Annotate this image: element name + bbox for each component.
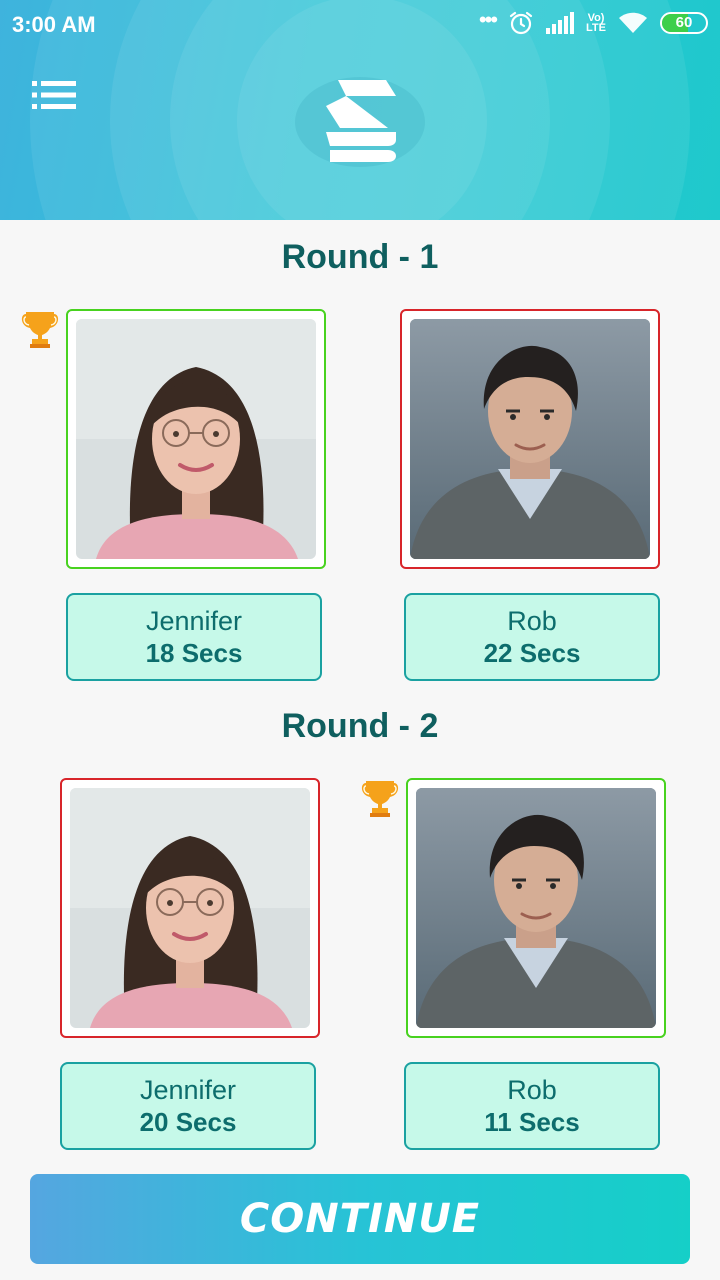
continue-button[interactable]: CONTINUE	[30, 1174, 690, 1264]
player-time: 18 Secs	[145, 638, 243, 668]
battery-percent: 60	[675, 14, 693, 31]
player-name: Rob	[507, 1075, 557, 1105]
player-result-card: Rob 22 Secs	[404, 593, 660, 681]
player-result-card: Rob 11 Secs	[404, 1062, 660, 1150]
battery-indicator: 60	[660, 12, 708, 34]
round-title: Round - 1	[281, 238, 439, 276]
signal-icon	[546, 12, 575, 34]
rob-photo	[410, 319, 650, 559]
player-time: 20 Secs	[139, 1107, 237, 1137]
volte-icon: Vo) LTE	[586, 12, 606, 34]
round-title: Round - 2	[281, 707, 439, 745]
rob-photo	[416, 788, 656, 1028]
player-photo-rob[interactable]	[406, 778, 666, 1038]
app-header: 3:00 AM ••• Vo) LTE 60	[0, 0, 720, 220]
status-bar: 3:00 AM ••• Vo) LTE 60	[0, 0, 720, 50]
player-time: 11 Secs	[484, 1107, 580, 1137]
player-photo-jennifer[interactable]	[66, 309, 326, 569]
jennifer-photo	[76, 319, 316, 559]
app-logo-icon	[326, 80, 396, 162]
player-name: Rob	[507, 606, 557, 636]
player-result-card: Jennifer 18 Secs	[66, 593, 322, 681]
status-time: 3:00 AM	[12, 12, 96, 37]
menu-button[interactable]	[30, 78, 82, 118]
list-icon	[32, 81, 76, 109]
player-name: Jennifer	[139, 1075, 237, 1105]
player-result-card: Jennifer 20 Secs	[60, 1062, 316, 1150]
player-photo-jennifer[interactable]	[60, 778, 320, 1038]
alarm-icon	[509, 11, 533, 35]
trophy-icon	[18, 306, 62, 350]
wifi-icon	[619, 12, 647, 33]
jennifer-photo	[70, 788, 310, 1028]
player-time: 22 Secs	[483, 638, 581, 668]
trophy-icon	[358, 775, 402, 819]
player-name: Jennifer	[145, 606, 243, 636]
more-notifications-icon: •••	[478, 7, 498, 32]
player-photo-rob[interactable]	[400, 309, 660, 569]
